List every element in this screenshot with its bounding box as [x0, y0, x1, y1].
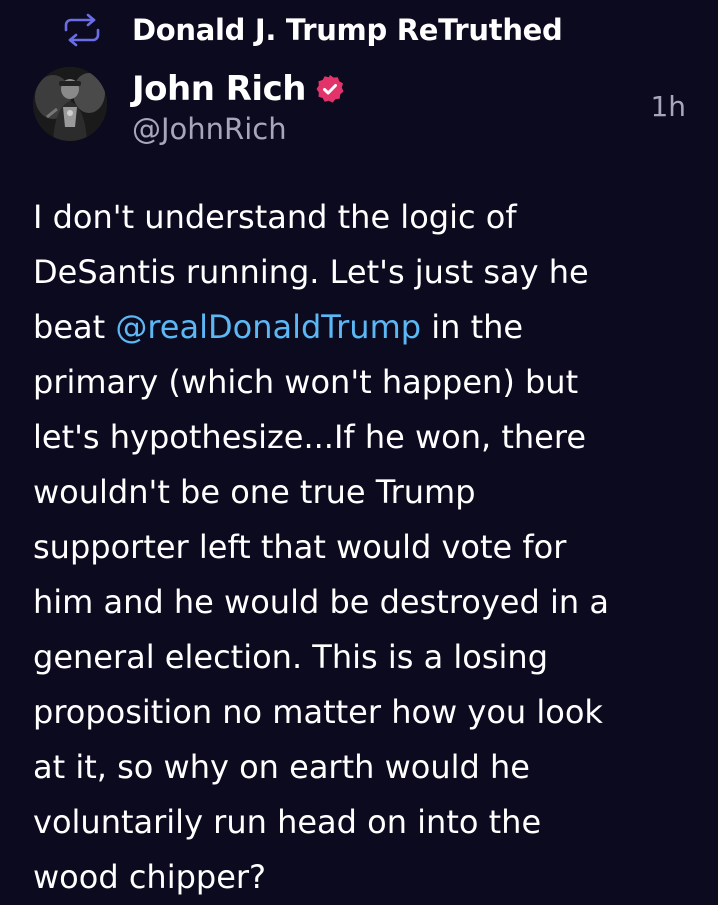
avatar[interactable]	[33, 67, 107, 141]
author-handle[interactable]: @JohnRich	[132, 112, 287, 146]
verified-badge-icon	[314, 73, 346, 105]
author-name-row: John Rich	[132, 66, 346, 112]
mention-link[interactable]: @realDonaldTrump	[115, 308, 421, 346]
post-text-part-2: in the primary (which won't happen) but …	[33, 308, 609, 896]
retruth-header: Donald J. Trump ReTruthed	[62, 12, 563, 48]
author-display-name[interactable]: John Rich	[132, 69, 306, 109]
post-text: I don't understand the logic of DeSantis…	[33, 190, 693, 905]
post-timestamp[interactable]: 1h	[650, 90, 686, 123]
retruth-label[interactable]: Donald J. Trump ReTruthed	[132, 13, 563, 47]
retruth-arrows-icon	[62, 13, 102, 47]
